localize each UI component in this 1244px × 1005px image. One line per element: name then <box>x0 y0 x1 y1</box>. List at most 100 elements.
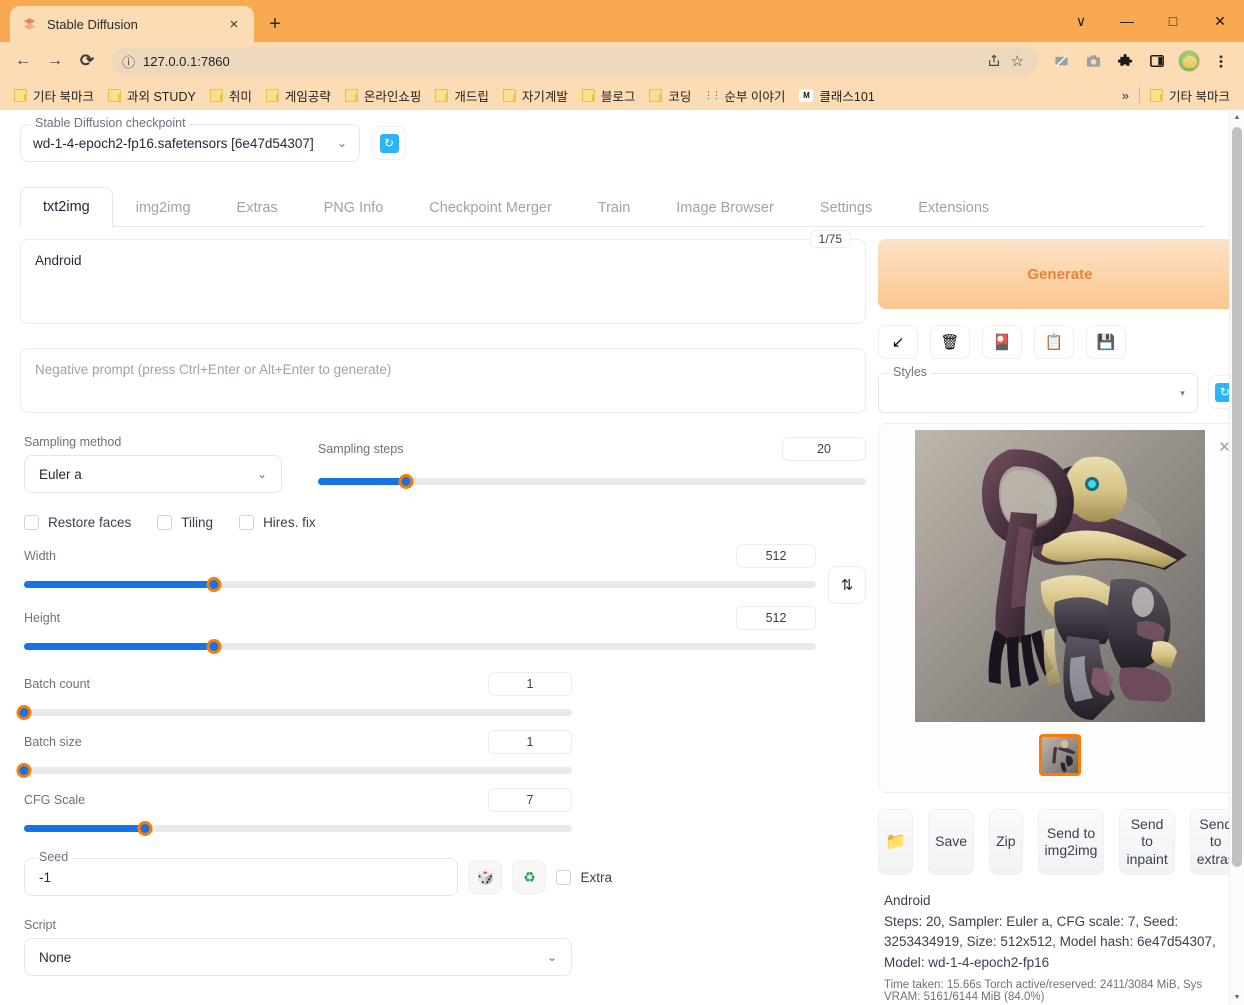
random-seed-button[interactable]: 🎲 <box>468 860 503 894</box>
tab-png-info[interactable]: PNG Info <box>301 188 407 227</box>
restore-faces-checkbox[interactable]: Restore faces <box>24 515 131 530</box>
bookmark-item[interactable]: 자기계발 <box>497 83 574 108</box>
swap-dimensions-button[interactable]: ⇅ <box>828 566 866 604</box>
clear-prompt-button[interactable]: 🗑 <box>930 325 970 359</box>
sampling-method-select[interactable]: Euler a ⌄ <box>24 455 282 493</box>
restore-progress-button[interactable]: ↙ <box>878 325 918 359</box>
profile-avatar-icon[interactable] <box>1176 48 1202 74</box>
bookmarks-overflow-icon[interactable]: » <box>1116 88 1135 103</box>
checkbox-icon[interactable] <box>24 515 39 530</box>
seed-extra-checkbox[interactable]: Extra <box>556 869 612 885</box>
checkpoint-dropdown[interactable]: Stable Diffusion checkpoint wd-1-4-epoch… <box>20 116 360 162</box>
extensions-puzzle-icon[interactable] <box>1112 48 1138 74</box>
batch-size-value[interactable]: 1 <box>488 730 572 754</box>
result-thumbnail[interactable] <box>1038 734 1081 776</box>
extra-networks-button[interactable]: 🎴 <box>982 325 1022 359</box>
page-scrollbar[interactable]: ▲ ▼ <box>1229 110 1244 1005</box>
tab-txt2img[interactable]: txt2img <box>20 187 113 227</box>
zip-button[interactable]: Zip <box>989 809 1023 875</box>
tab-settings[interactable]: Settings <box>797 188 895 227</box>
negative-prompt-input[interactable]: Negative prompt (press Ctrl+Enter or Alt… <box>20 348 866 413</box>
generated-image[interactable] <box>914 430 1205 722</box>
bookmark-item[interactable]: 취미 <box>204 83 258 108</box>
width-value[interactable]: 512 <box>736 544 816 568</box>
bookmark-item[interactable]: M 클래스101 <box>793 83 880 108</box>
forward-icon[interactable]: → <box>40 46 70 76</box>
width-slider[interactable] <box>24 576 816 592</box>
slider-thumb[interactable] <box>206 576 222 592</box>
height-slider[interactable] <box>24 638 816 654</box>
height-value[interactable]: 512 <box>736 606 816 630</box>
scroll-down-arrow-icon[interactable]: ▼ <box>1230 990 1244 1005</box>
address-bar[interactable]: ⓘ 127.0.0.1:7860 ☆ <box>112 47 1038 75</box>
new-tab-button[interactable]: + <box>260 9 290 39</box>
slider-thumb[interactable] <box>16 704 32 720</box>
bookmark-item[interactable]: 과외 STUDY <box>102 83 202 108</box>
tab-close-icon[interactable]: × <box>224 14 244 34</box>
bookmark-item[interactable]: 코딩 <box>643 83 697 108</box>
scrollbar-thumb[interactable] <box>1232 127 1242 867</box>
tab-img2img[interactable]: img2img <box>113 188 214 227</box>
tab-extensions[interactable]: Extensions <box>895 188 1012 227</box>
sampling-steps-value[interactable]: 20 <box>782 437 866 461</box>
tab-train[interactable]: Train <box>575 188 654 227</box>
slider-thumb[interactable] <box>16 762 32 778</box>
slider-thumb[interactable] <box>206 638 222 654</box>
bookmark-item[interactable]: 기타 북마크 <box>8 83 100 108</box>
sampling-steps-slider[interactable] <box>318 473 866 489</box>
scroll-up-arrow-icon[interactable]: ▲ <box>1230 110 1244 125</box>
open-folder-button[interactable]: 📁 <box>878 809 914 875</box>
tab-checkpoint-merger[interactable]: Checkpoint Merger <box>406 188 575 227</box>
bookmark-other-folder[interactable]: 기타 북마크 <box>1144 83 1236 108</box>
apply-style-button[interactable]: 📋 <box>1034 325 1074 359</box>
checkbox-icon[interactable] <box>239 515 255 530</box>
cast-disabled-icon[interactable] <box>1048 48 1074 74</box>
window-maximize-button[interactable]: □ <box>1150 0 1196 42</box>
send-to-img2img-button[interactable]: Send to img2img <box>1037 809 1105 875</box>
window-minimize-button[interactable]: — <box>1104 0 1150 42</box>
chrome-menu-icon[interactable] <box>1208 48 1234 74</box>
cfg-scale-value[interactable]: 7 <box>488 788 572 812</box>
save-style-button[interactable]: 💾 <box>1086 325 1126 359</box>
share-icon[interactable] <box>987 54 1001 68</box>
bookmark-item[interactable]: 온라인쇼핑 <box>339 83 428 108</box>
tiling-checkbox[interactable]: Tiling <box>157 515 213 530</box>
script-select[interactable]: None ⌄ <box>24 938 572 976</box>
tab-image-browser[interactable]: Image Browser <box>653 188 797 227</box>
styles-dropdown[interactable]: Styles ▾ <box>878 365 1198 413</box>
browser-tab-stable-diffusion[interactable]: Stable Diffusion × <box>10 6 254 42</box>
refresh-checkpoints-button[interactable]: ↻ <box>372 126 406 160</box>
refresh-styles-button[interactable]: ↻ <box>1207 375 1229 409</box>
prompt-input[interactable]: 1/75 Android <box>20 230 866 324</box>
reuse-seed-button[interactable]: ♻ <box>512 860 547 894</box>
seed-input[interactable]: Seed -1 <box>24 850 459 896</box>
send-to-extras-button[interactable]: Send to extras <box>1189 809 1229 875</box>
generate-button[interactable]: Generate <box>878 239 1229 309</box>
hires-fix-checkbox[interactable]: Hires. fix <box>239 515 316 530</box>
slider-thumb[interactable] <box>398 473 414 489</box>
bookmark-item[interactable]: 개드립 <box>429 83 495 108</box>
tab-extras[interactable]: Extras <box>214 188 301 227</box>
bookmark-item[interactable]: 블로그 <box>576 83 642 108</box>
main-columns: 1/75 Android Negative prompt (press Ctrl… <box>16 230 1229 1003</box>
reload-icon[interactable]: ⟳ <box>72 46 102 76</box>
send-to-inpaint-button[interactable]: Send to inpaint <box>1119 809 1175 875</box>
save-button[interactable]: Save <box>928 809 975 875</box>
slider-thumb[interactable] <box>137 820 153 836</box>
window-close-button[interactable]: ✕ <box>1196 0 1244 42</box>
checkbox-icon[interactable] <box>157 515 173 530</box>
back-icon[interactable]: ← <box>8 46 38 76</box>
screenshot-camera-icon[interactable] <box>1080 48 1106 74</box>
batch-size-slider[interactable] <box>16 762 572 778</box>
tab-search-chevron-icon[interactable]: ∨ <box>1058 0 1104 42</box>
side-panel-icon[interactable] <box>1144 48 1170 74</box>
bookmark-item[interactable]: 게임공략 <box>260 83 337 108</box>
close-gallery-icon[interactable]: ✕ <box>1218 438 1229 456</box>
cfg-scale-slider[interactable] <box>24 820 572 836</box>
bookmark-item[interactable]: ⋮⋮ 순부 이야기 <box>699 83 791 108</box>
site-info-icon[interactable]: ⓘ <box>122 52 135 71</box>
batch-count-value[interactable]: 1 <box>488 672 572 696</box>
bookmark-star-icon[interactable]: ☆ <box>1011 52 1024 70</box>
batch-count-slider[interactable] <box>16 704 572 720</box>
checkbox-icon[interactable] <box>556 869 572 885</box>
